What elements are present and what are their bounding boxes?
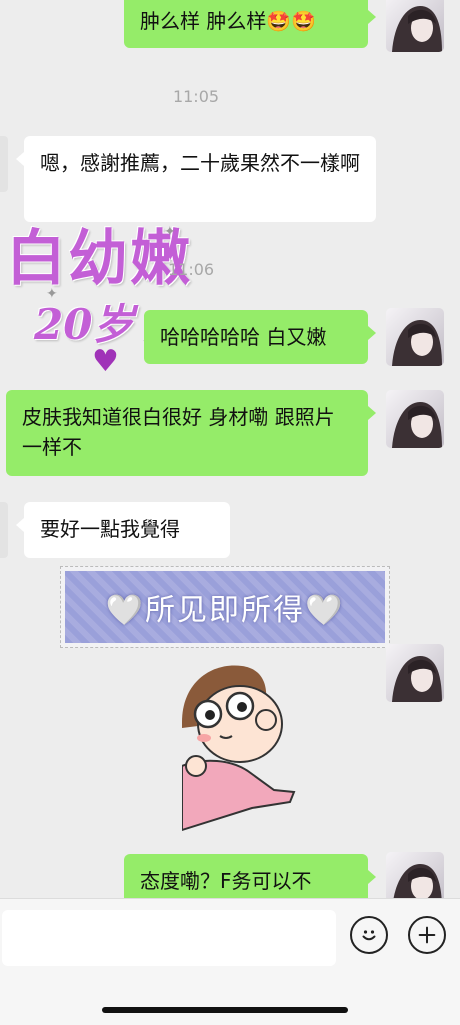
message-text: 哈哈哈哈哈 白又嫩 (160, 325, 327, 349)
message-bubble-incoming[interactable]: 要好一點我覺得 (16, 502, 230, 558)
message-bubble-outgoing[interactable]: 哈哈哈哈哈 白又嫩 (144, 310, 376, 364)
sparkle-icon: ✦ (164, 224, 176, 240)
contact-avatar-partial[interactable] (0, 136, 8, 192)
timestamp: 11:06 (168, 260, 215, 279)
home-indicator[interactable] (102, 1007, 348, 1013)
cartoon-girl-icon (181, 665, 296, 832)
message-bubble-incoming[interactable]: 嗯，感謝推薦，二十歲果然不一樣啊 (16, 136, 376, 222)
message-bubble-outgoing[interactable]: 皮肤我知道很白很好 身材嘞 跟照片一样不 (6, 390, 376, 476)
message-text: 皮肤我知道很白很好 身材嘞 跟照片一样不 (22, 405, 335, 459)
sparkle-icon: ✦ (46, 286, 58, 302)
sticker-banner[interactable]: 🤍所见即所得🤍 (60, 566, 390, 648)
sticker-caption-age: 20岁 (34, 300, 135, 349)
plus-icon[interactable] (408, 916, 446, 954)
smiley-icon[interactable] (350, 916, 388, 954)
sticker-banner-text: 🤍所见即所得🤍 (65, 571, 385, 643)
user-avatar[interactable] (386, 390, 444, 448)
user-avatar[interactable] (386, 0, 444, 52)
cartoon-sticker[interactable] (181, 662, 302, 832)
message-text: 嗯，感謝推薦，二十歲果然不一樣啊 (40, 151, 360, 175)
timestamp: 11:05 (172, 87, 220, 106)
message-bubble-outgoing[interactable]: 肿么样 肿么样🤩🤩 (124, 0, 376, 48)
user-avatar[interactable] (386, 644, 444, 702)
input-bar (0, 898, 460, 1025)
message-text: 态度嘞？F务可以不 (140, 869, 312, 893)
message-text: 要好一點我覺得 (40, 517, 180, 541)
message-text: 肿么样 肿么样🤩🤩 (140, 9, 317, 33)
heart-gem-icon: ♥ (92, 344, 119, 379)
user-avatar[interactable] (386, 308, 444, 366)
message-input[interactable] (2, 910, 336, 966)
contact-avatar-partial[interactable] (0, 502, 8, 558)
